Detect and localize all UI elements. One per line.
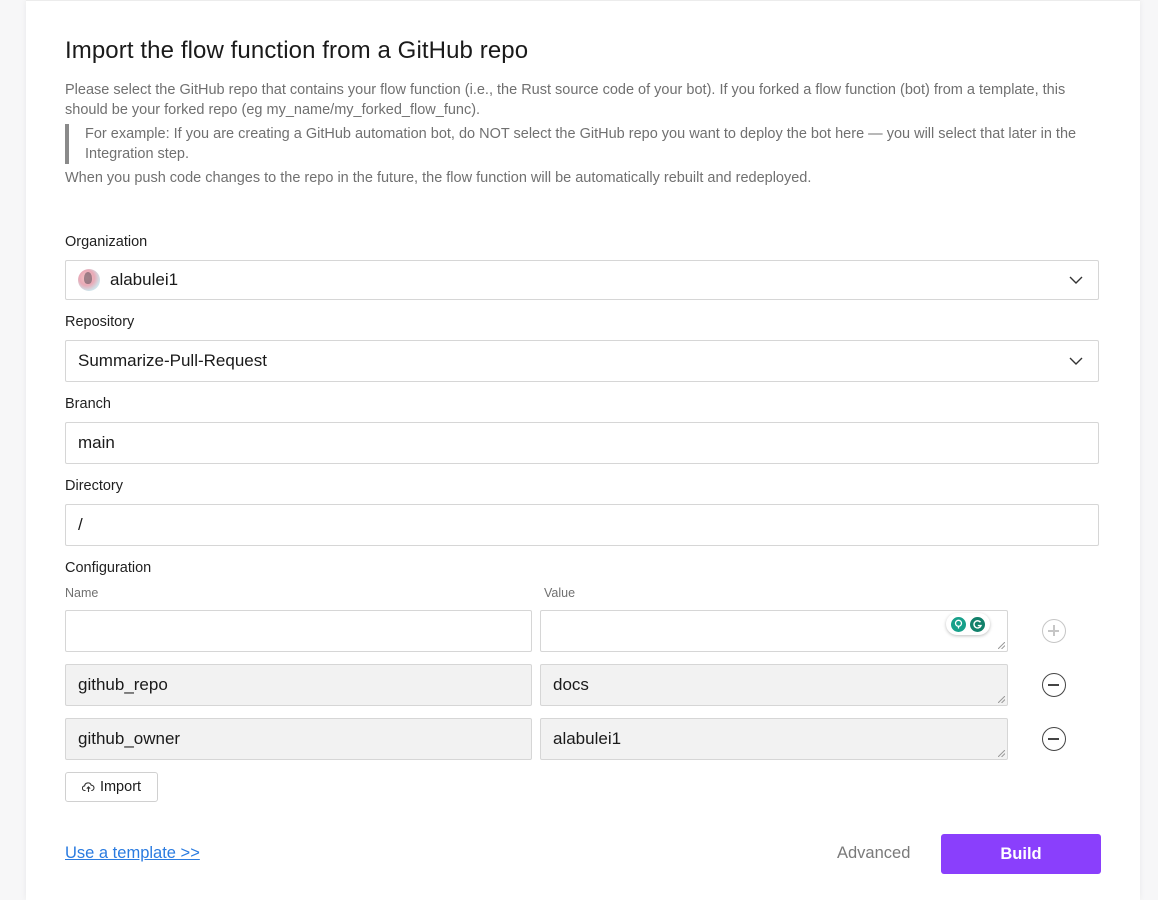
chevron-down-icon [1069,357,1083,365]
cloud-upload-icon [81,782,95,792]
config-name-input[interactable] [65,610,532,652]
page-title: Import the flow function from a GitHub r… [65,37,529,64]
repository-select[interactable]: Summarize-Pull-Request [65,340,1099,382]
build-label: Build [1000,844,1042,863]
grammarly-widget[interactable] [946,613,990,635]
redeploy-note: When you push code changes to the repo i… [65,170,812,186]
config-row-name[interactable]: github_repo [65,664,532,706]
example-note: For example: If you are creating a GitHu… [65,124,1115,164]
remove-row-icon[interactable] [1042,727,1066,751]
build-button[interactable]: Build [941,834,1101,874]
chevron-down-icon [1069,276,1083,284]
directory-input[interactable]: / [65,504,1099,546]
advanced-button[interactable]: Advanced [837,844,910,863]
avatar [78,269,100,291]
organization-label: Organization [65,234,148,250]
config-row-name[interactable]: github_owner [65,718,532,760]
config-row-value-text: docs [553,675,589,694]
resize-handle-icon[interactable] [998,642,1005,649]
grammarly-icon[interactable] [970,616,985,632]
repository-value: Summarize-Pull-Request [78,351,267,370]
branch-label: Branch [65,396,111,412]
branch-input[interactable]: main [65,422,1099,464]
config-name-header: Name [65,586,99,600]
resize-handle-icon[interactable] [998,750,1005,757]
directory-label: Directory [65,478,124,494]
config-row-name-text: github_owner [78,729,181,748]
page-description: Please select the GitHub repo that conta… [65,82,1066,118]
config-value-header: Value [544,586,576,600]
config-row-value[interactable]: alabulei1 [540,718,1008,760]
config-value-input[interactable] [540,610,1008,652]
branch-value: main [78,433,115,452]
directory-value: / [78,515,83,534]
remove-row-icon[interactable] [1042,673,1066,697]
organization-select[interactable]: alabulei1 [65,260,1099,300]
configuration-label: Configuration [65,560,152,576]
lightbulb-icon[interactable] [951,616,966,632]
repository-label: Repository [65,314,135,330]
organization-value: alabulei1 [110,270,179,289]
use-template-link[interactable]: Use a template >> [65,844,200,863]
import-button[interactable]: Import [65,772,158,802]
config-row-value-text: alabulei1 [553,729,622,748]
config-row-value[interactable]: docs [540,664,1008,706]
import-label: Import [99,779,142,795]
add-row-icon[interactable] [1042,619,1066,643]
resize-handle-icon[interactable] [998,696,1005,703]
config-row-name-text: github_repo [78,675,168,694]
